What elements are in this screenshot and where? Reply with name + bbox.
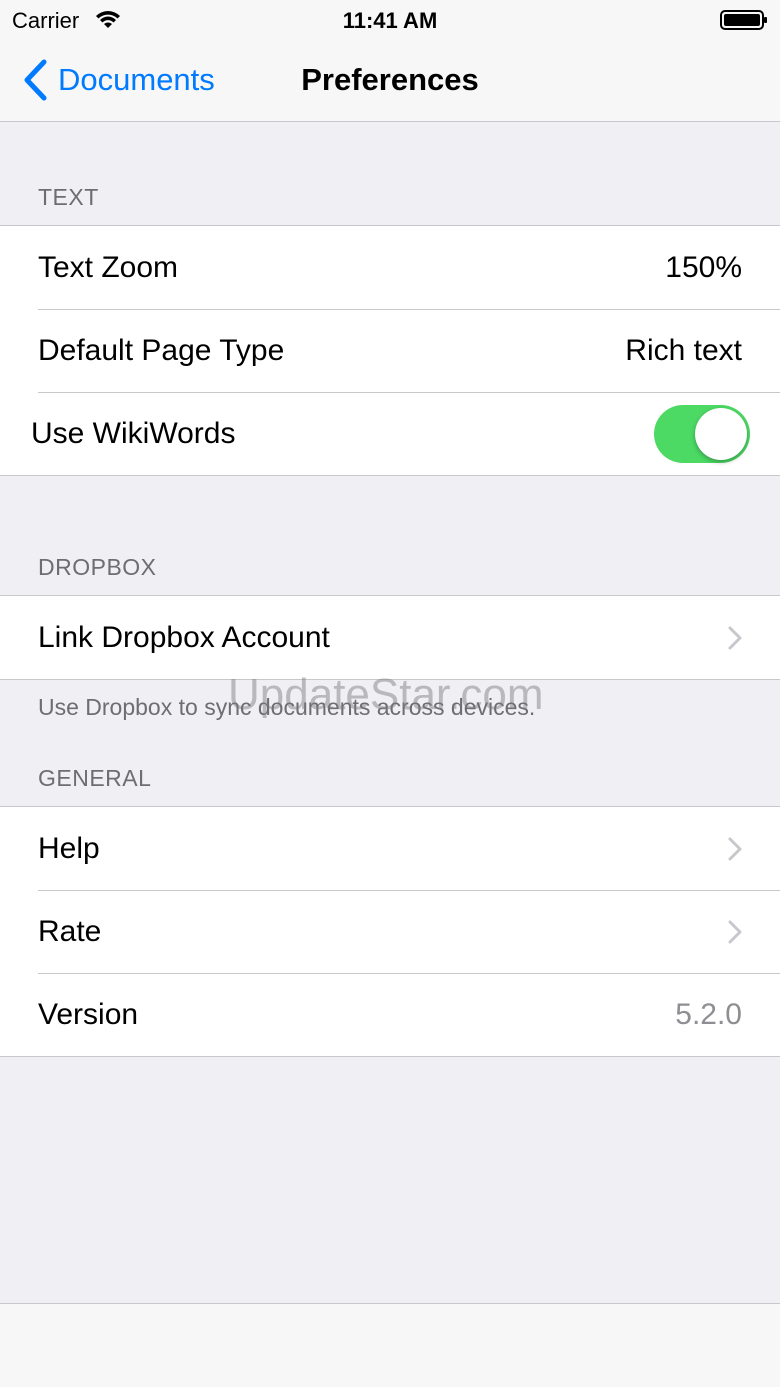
text-zoom-row[interactable]: Text Zoom 150% [0,226,780,309]
text-zoom-value: 150% [665,250,742,284]
chevron-right-icon [728,920,742,943]
status-bar: Carrier 11:41 AM [0,0,780,40]
dropbox-settings-group: Link Dropbox Account [0,595,780,680]
toggle-knob [695,407,747,460]
bottom-toolbar [0,1303,780,1387]
default-page-type-label: Default Page Type [38,333,285,367]
default-page-type-value: Rich text [625,333,742,367]
version-label: Version [38,997,139,1031]
help-label: Help [38,831,100,865]
chevron-right-icon [728,837,742,860]
help-row[interactable]: Help [0,807,780,890]
status-time: 11:41 AM [342,8,438,33]
text-settings-group: Text Zoom 150% Default Page Type Rich te… [0,225,780,476]
chevron-right-icon [728,626,742,649]
page-title: Preferences [301,62,479,97]
use-wikiwords-label: Use WikiWords [31,416,236,450]
link-dropbox-account-row[interactable]: Link Dropbox Account [0,596,780,679]
general-settings-group: Help Rate Version 5.2.0 [0,806,780,1057]
version-value: 5.2.0 [675,997,742,1031]
section-header-text: TEXT [38,184,99,210]
navigation-bar: Documents Preferences [0,40,780,122]
default-page-type-row[interactable]: Default Page Type Rich text [0,309,780,392]
dropbox-footer-text: Use Dropbox to sync documents across dev… [38,694,536,720]
text-zoom-label: Text Zoom [38,250,179,284]
section-header-general: GENERAL [38,765,152,791]
use-wikiwords-row: Use WikiWords [0,392,780,475]
link-dropbox-account-label: Link Dropbox Account [38,620,330,654]
battery-icon [720,10,767,30]
rate-label: Rate [38,914,102,948]
version-row: Version 5.2.0 [0,973,780,1056]
use-wikiwords-toggle[interactable] [654,404,750,463]
rate-row[interactable]: Rate [0,890,780,973]
section-header-dropbox: DROPBOX [38,554,157,580]
